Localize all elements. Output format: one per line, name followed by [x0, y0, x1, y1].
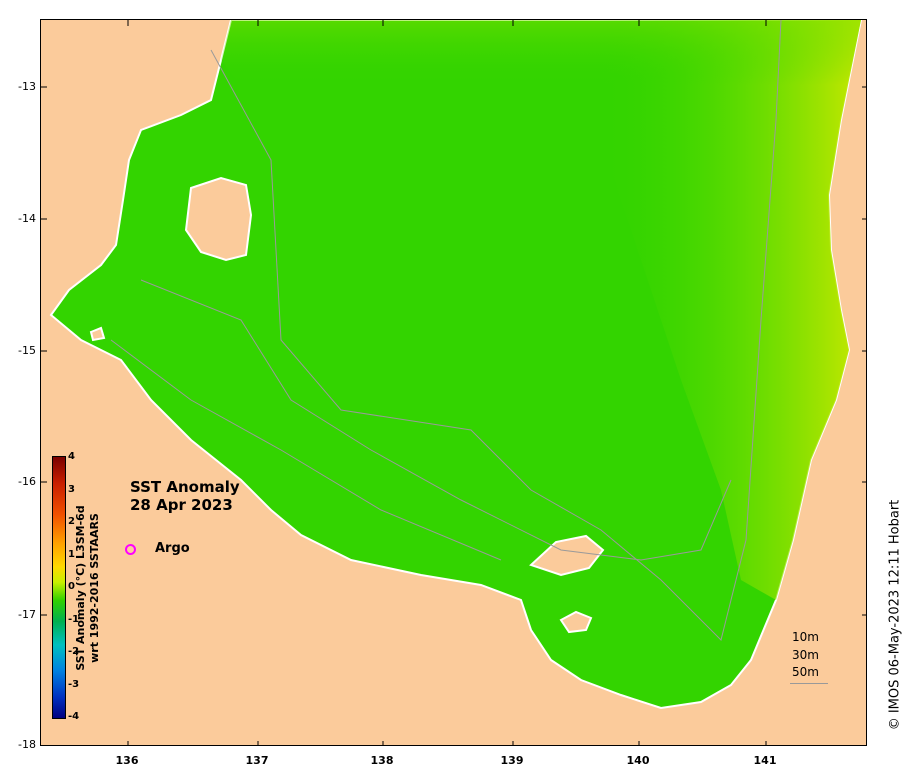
colorbar-label-line2: wrt 1992-2016 SSTAARS — [88, 513, 101, 663]
colorbar-tick: -3 — [68, 679, 80, 690]
x-tick-label: 140 — [626, 754, 650, 767]
map-title-line1: SST Anomaly — [130, 478, 240, 496]
colorbar-label: SST Anomaly (°C) L3SM-6d wrt 1992-2016 S… — [74, 505, 102, 670]
argo-legend-label: Argo — [155, 541, 190, 556]
credit-text: © IMOS 06-May-2023 12:11 Hobart — [887, 499, 903, 731]
y-tick-label: -15 — [18, 344, 36, 357]
map-title-date: 28 Apr 2023 — [130, 496, 233, 514]
y-tick-label: -16 — [18, 475, 36, 488]
depth-legend-30m: 30m — [792, 648, 819, 662]
x-tick-label: 139 — [500, 754, 524, 767]
y-tick-label: -17 — [18, 608, 36, 621]
depth-legend-line — [790, 683, 828, 684]
map-area — [40, 19, 867, 746]
x-tick-label: 137 — [245, 754, 269, 767]
x-tick-label: 136 — [115, 754, 139, 767]
map-title: SST Anomaly 28 Apr 2023 — [130, 478, 240, 514]
colorbar-tick: 4 — [68, 451, 75, 462]
x-tick-label: 141 — [753, 754, 777, 767]
y-tick-label: -13 — [18, 80, 36, 93]
sst-anomaly-map — [41, 20, 866, 745]
depth-legend-10m: 10m — [792, 630, 819, 644]
x-tick-label: 138 — [370, 754, 394, 767]
argo-marker-icon — [125, 544, 136, 555]
colorbar — [52, 456, 66, 719]
colorbar-tick: 3 — [68, 484, 75, 495]
colorbar-label-line1: SST Anomaly (°C) L3SM-6d — [74, 505, 87, 671]
y-tick-label: -18 — [18, 738, 36, 751]
y-tick-label: -14 — [18, 212, 36, 225]
colorbar-tick: -4 — [68, 711, 80, 722]
depth-legend-50m: 50m — [792, 665, 819, 679]
